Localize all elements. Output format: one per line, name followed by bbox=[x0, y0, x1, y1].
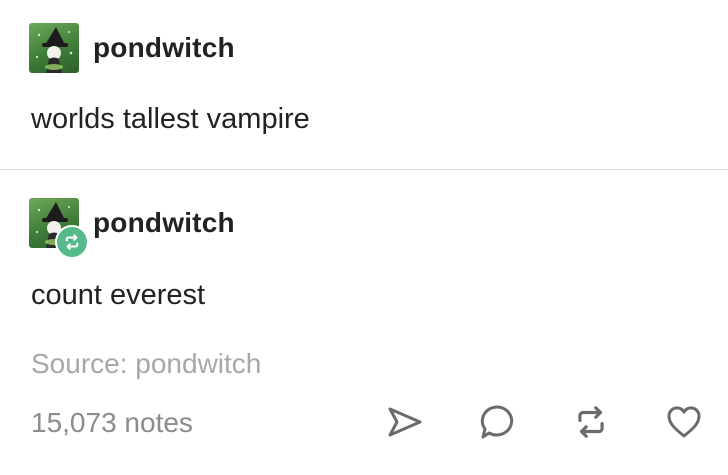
post-username[interactable]: pondwitch bbox=[93, 32, 235, 64]
reblog-body-text: count everest bbox=[31, 279, 206, 311]
share-button[interactable] bbox=[385, 402, 425, 442]
reblog-icon bbox=[578, 406, 604, 438]
reply-button[interactable] bbox=[478, 402, 518, 442]
post-header: pondwitch bbox=[29, 23, 235, 73]
avatar[interactable] bbox=[29, 23, 79, 73]
reblog-badge-icon bbox=[65, 234, 79, 250]
reblog-avatar[interactable] bbox=[29, 198, 89, 259]
reply-icon bbox=[480, 405, 514, 439]
reblog-header: pondwitch bbox=[29, 198, 235, 259]
like-button[interactable] bbox=[664, 402, 704, 442]
reblog-username[interactable]: pondwitch bbox=[93, 207, 235, 239]
source-link[interactable]: Source: pondwitch bbox=[31, 348, 261, 380]
reblog-badge bbox=[55, 225, 89, 259]
witch-avatar-icon bbox=[35, 27, 73, 73]
notes-count[interactable]: 15,073 notes bbox=[31, 407, 193, 439]
reblog-button[interactable] bbox=[571, 402, 611, 442]
share-icon bbox=[388, 407, 422, 437]
post-divider bbox=[0, 169, 728, 170]
post-body-text: worlds tallest vampire bbox=[31, 103, 310, 135]
like-icon bbox=[667, 406, 701, 438]
